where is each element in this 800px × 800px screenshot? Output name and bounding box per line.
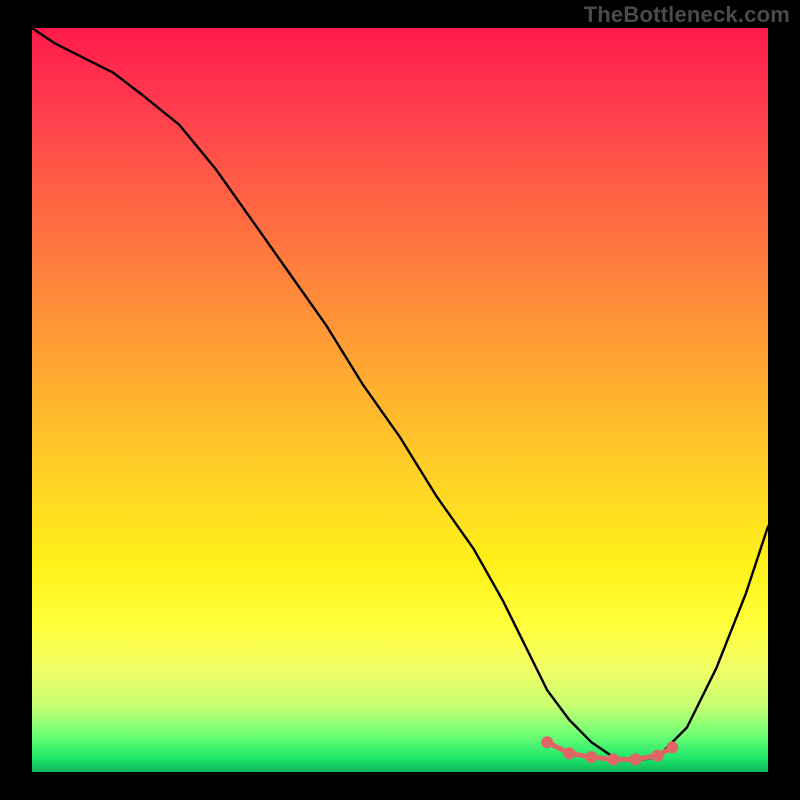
sweet-spot-dot (563, 747, 575, 759)
chart-frame: TheBottleneck.com (0, 0, 800, 800)
sweet-spot-dot (585, 751, 597, 763)
sweet-spot-dot (666, 741, 678, 753)
sweet-spot-dot (630, 753, 642, 765)
sweet-spot-dot (607, 753, 619, 765)
plot-area (32, 28, 768, 772)
sweet-spot-dot (541, 736, 553, 748)
sweet-spot-markers (541, 736, 678, 765)
chart-svg (32, 28, 768, 772)
bottleneck-curve (32, 28, 768, 761)
watermark-text: TheBottleneck.com (584, 2, 790, 28)
sweet-spot-dot (652, 750, 664, 762)
